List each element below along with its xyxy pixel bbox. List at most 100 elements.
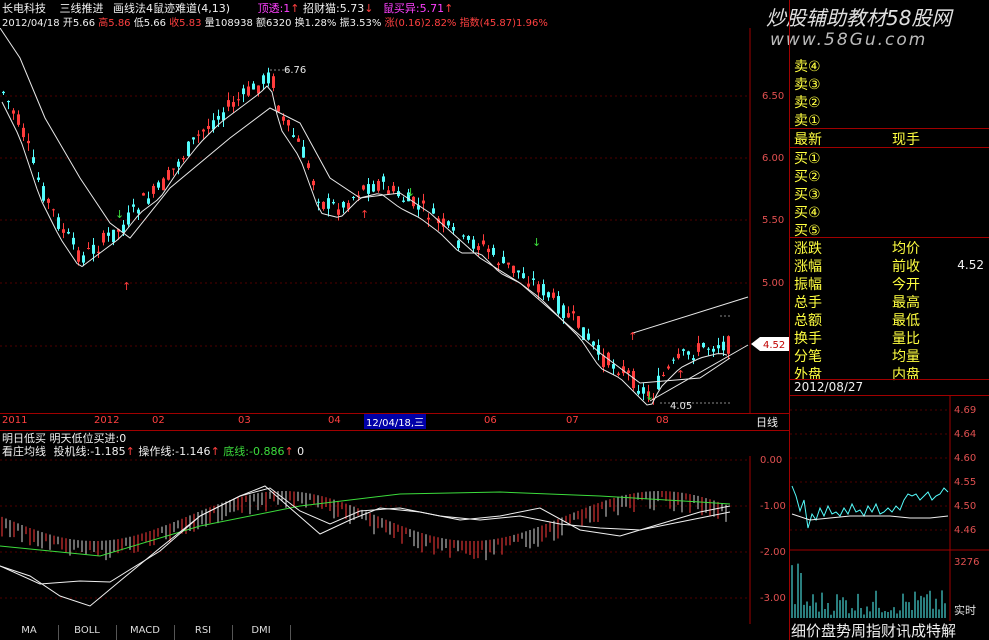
realtime-label[interactable]: 实时 xyxy=(954,603,976,617)
sell-level-2: 卖② xyxy=(794,95,821,111)
candle-body xyxy=(52,209,55,211)
candle-body xyxy=(562,305,565,319)
header-row-2: 2012/04/18 开5.66 高5.86 低5.66 收5.83 量1089… xyxy=(2,14,548,29)
buy-level-4: 买④ xyxy=(794,205,821,221)
candle-body xyxy=(457,240,460,248)
candle-body xyxy=(252,83,255,90)
price-tick: 5.00 xyxy=(762,278,784,289)
sub-axis-tick: 0.00 xyxy=(760,456,782,466)
tab-boll[interactable]: BOLL xyxy=(58,625,117,640)
sell-level-3: 卖③ xyxy=(794,77,821,93)
mini-axis-tick: 4.60 xyxy=(954,453,976,464)
candle-body xyxy=(672,359,675,361)
candle-body xyxy=(362,185,365,190)
level-marker-lines xyxy=(270,69,730,404)
svg-text:↓: ↓ xyxy=(532,236,541,249)
info-label-left: 涨幅 xyxy=(794,259,822,275)
candle-body xyxy=(142,193,145,196)
buy-sell-arrows: ↑ ↑ ↑ ↓ ↓ ↓ ↓ ↑ xyxy=(115,186,685,403)
candle-body xyxy=(657,375,660,390)
candle-body xyxy=(627,370,630,373)
time-tick: 02 xyxy=(152,415,165,426)
candle-body xyxy=(27,140,30,144)
mini-chart-date: 2012/08/27 xyxy=(794,380,864,394)
candle-body xyxy=(462,235,465,237)
candle-body xyxy=(62,229,65,233)
period-label[interactable]: 日线 xyxy=(756,414,778,430)
candle-body xyxy=(567,313,570,318)
high-annotation: 6.76 xyxy=(284,65,306,76)
tab-dmi[interactable]: DMI xyxy=(232,625,291,640)
candle-body xyxy=(17,114,20,125)
sub-axis-tick: -1.00 xyxy=(760,501,786,512)
candle-body xyxy=(392,185,395,192)
candle-body xyxy=(267,72,270,84)
candle-body xyxy=(287,119,290,126)
candle-body xyxy=(312,180,315,186)
time-tick: 07 xyxy=(566,415,579,426)
moving-average-line xyxy=(1,85,728,406)
candle-body xyxy=(127,212,130,225)
mini-axis-tick: 4.55 xyxy=(954,477,976,488)
candle-body xyxy=(427,217,430,220)
time-tick: 04 xyxy=(328,415,341,426)
info-label-left: 换手 xyxy=(794,331,822,347)
candle-body xyxy=(102,232,105,243)
svg-text:↑: ↑ xyxy=(122,280,131,293)
candle-body xyxy=(277,105,280,112)
time-tick: 08 xyxy=(656,415,669,426)
candle-body xyxy=(237,99,240,101)
intraday-avg-line xyxy=(791,513,949,521)
candle-body xyxy=(67,231,70,234)
price-tick: 6.50 xyxy=(762,91,784,102)
candle-body xyxy=(72,237,75,245)
candle-body xyxy=(282,116,285,121)
candle-body xyxy=(217,115,220,120)
candle-body xyxy=(422,200,425,204)
candle-body xyxy=(32,157,35,163)
tab-ma[interactable]: MA xyxy=(0,625,59,640)
channel-lines xyxy=(632,296,749,402)
mini-vol-tick: 3276 xyxy=(954,557,979,568)
candle-body xyxy=(7,100,10,103)
candle-body xyxy=(307,163,310,168)
intraday-mini-chart[interactable]: 4.69 4.64 4.60 4.55 4.50 4.46 3276 实时 xyxy=(790,396,989,621)
candle-body xyxy=(377,180,380,191)
candle-body xyxy=(687,351,690,355)
sub-indicator-chart[interactable]: 0.00 -1.00 -2.00 -3.00 xyxy=(0,456,789,624)
candle-body xyxy=(337,209,340,215)
current-price-text: 4.52 xyxy=(763,340,785,351)
candle-body xyxy=(42,186,45,201)
latest-label: 最新 xyxy=(794,132,822,148)
candlesticks xyxy=(2,67,730,405)
candle-body xyxy=(387,190,390,194)
candle-body xyxy=(447,221,450,226)
candle-body xyxy=(452,227,455,231)
info-label-right: 量比 xyxy=(892,331,920,347)
candle-body xyxy=(372,184,375,192)
candle-body xyxy=(302,146,305,158)
candle-body xyxy=(697,343,700,352)
candle-body xyxy=(402,200,405,202)
candle-body xyxy=(192,137,195,140)
main-chart-area: 长电科技 三线推进 画线法4鼠迹难道(4,13) 顶透:1↑ 招财猫:5.73↓… xyxy=(0,0,789,640)
intraday-volume-bars xyxy=(791,563,946,618)
price-axis-labels: 6.50 6.00 5.50 5.00 xyxy=(762,91,784,289)
cursor-date: 12/04/18,三 xyxy=(364,414,427,429)
candle-body xyxy=(512,265,515,274)
candle-body xyxy=(342,201,345,208)
candle-body xyxy=(327,198,330,209)
candle-body xyxy=(557,296,560,314)
candle-body xyxy=(482,240,485,245)
candle-body xyxy=(367,184,370,194)
tab-macd[interactable]: MACD xyxy=(116,625,175,640)
candle-body xyxy=(722,341,725,351)
kline-chart[interactable]: 6.76 4.05 6.50 6.00 5.50 5.00 4.52 ↑ ↑ ↑… xyxy=(0,28,789,413)
candle-body xyxy=(297,138,300,142)
candle-body xyxy=(707,348,710,350)
tab-rsi[interactable]: RSI xyxy=(174,625,233,640)
svg-text:↓: ↓ xyxy=(645,390,654,403)
candle-body xyxy=(262,75,265,84)
candle-body xyxy=(637,390,640,394)
price-grid xyxy=(0,95,750,347)
